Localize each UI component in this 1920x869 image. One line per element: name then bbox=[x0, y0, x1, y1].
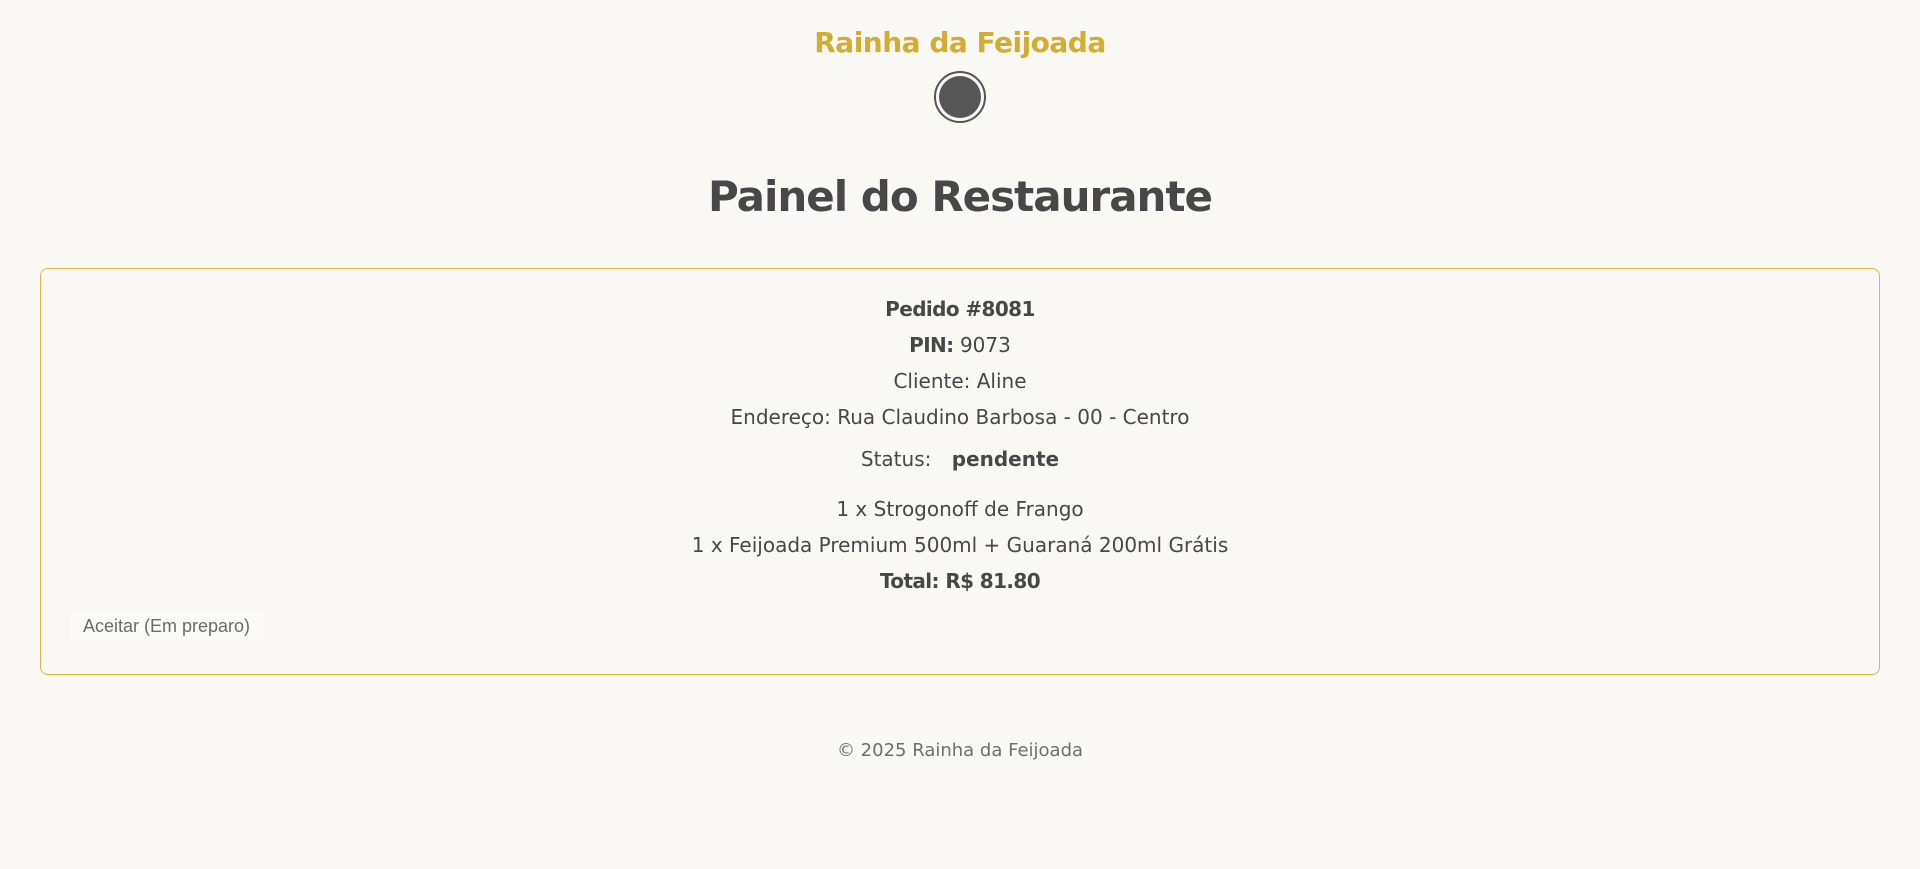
brand-title[interactable]: Rainha da Feijoada bbox=[0, 0, 1920, 60]
status-label: Status: bbox=[860, 447, 932, 471]
order-title: Pedido #8081 bbox=[885, 297, 1035, 321]
page-title: Painel do Restaurante bbox=[708, 172, 1213, 221]
logo-disc bbox=[939, 76, 981, 118]
order-card: Pedido #8081 PIN: 9073 Cliente: Aline En… bbox=[40, 268, 1880, 675]
pin-value: 9073 bbox=[959, 333, 1011, 357]
order-item: 1 x Feijoada Premium 500ml + Guaraná 200… bbox=[691, 533, 1229, 557]
site-header: Rainha da Feijoada bbox=[0, 0, 1920, 150]
order-item: 1 x Strogonoff de Frango bbox=[836, 497, 1084, 521]
order-customer: Cliente: Aline bbox=[893, 369, 1027, 393]
order-status: Status: pendente bbox=[41, 446, 1879, 472]
order-pin: PIN: 9073 bbox=[41, 332, 1879, 358]
accept-order-button[interactable]: Aceitar (Em preparo) bbox=[69, 611, 265, 641]
status-badge: pendente bbox=[951, 447, 1060, 471]
order-total: Total: R$ 81.80 bbox=[879, 569, 1041, 593]
pin-label: PIN: bbox=[909, 333, 954, 357]
footer-copyright: © 2025 Rainha da Feijoada bbox=[836, 740, 1084, 761]
order-address: Endereço: Rua Claudino Barbosa - 00 - Ce… bbox=[730, 405, 1190, 429]
dish-logo-icon bbox=[934, 71, 986, 123]
order-items-list: 1 x Strogonoff de Frango 1 x Feijoada Pr… bbox=[41, 496, 1879, 558]
